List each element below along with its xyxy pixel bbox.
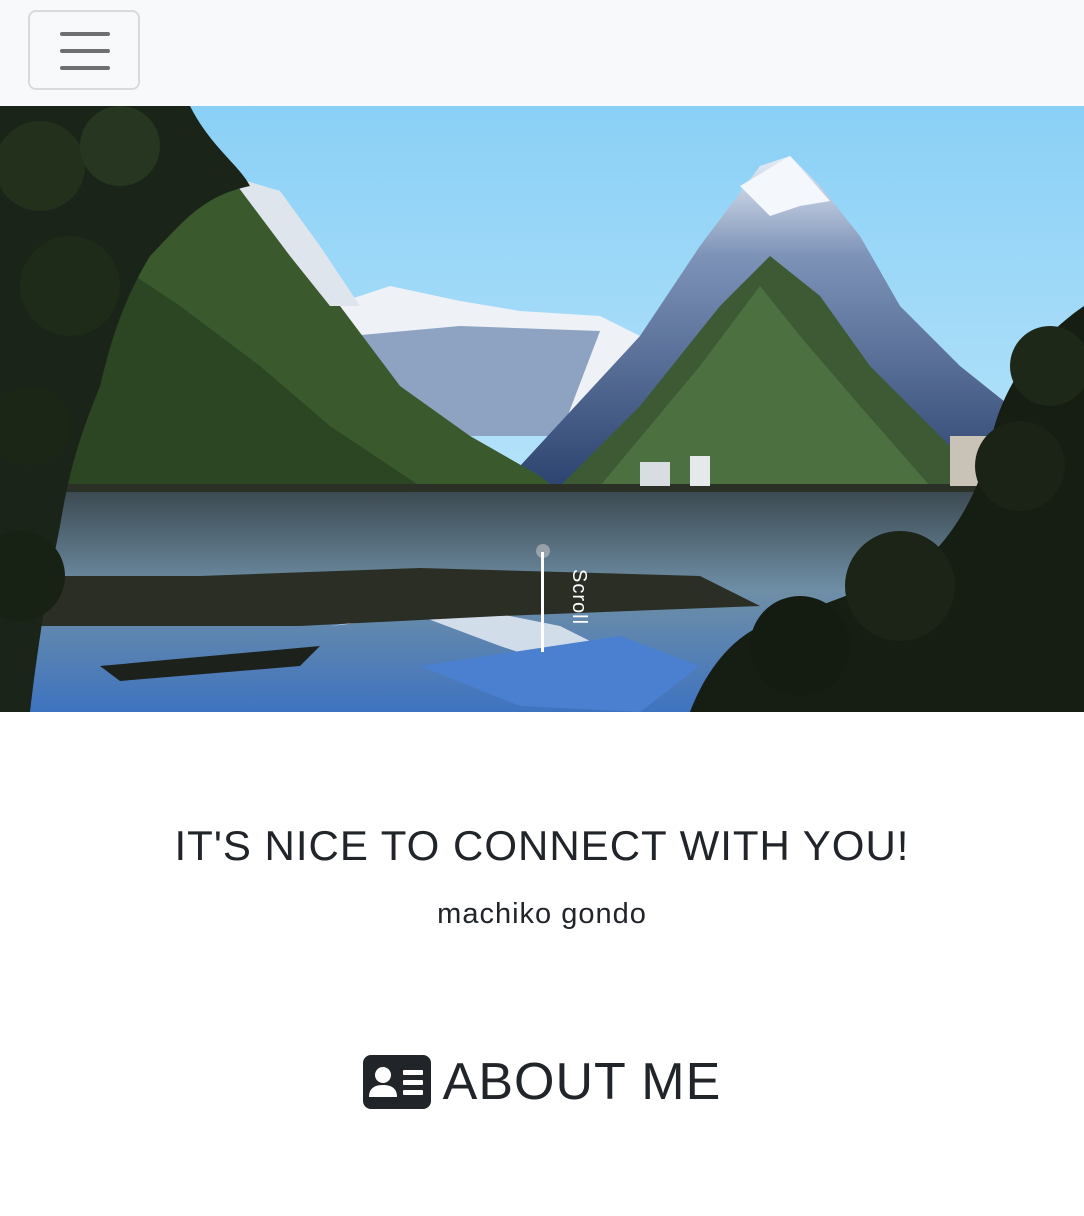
hero-banner: Scroll (0, 106, 1084, 712)
navbar-toggle-button[interactable] (28, 10, 140, 90)
author-name: machiko gondo (437, 898, 647, 930)
id-card-icon (362, 1055, 431, 1109)
about-me-heading: ABOUT ME (0, 1050, 1084, 1114)
scroll-link[interactable]: Scroll (566, 569, 590, 625)
navbar (0, 0, 1084, 106)
about-me-title: ABOUT ME (442, 1053, 722, 1111)
greeting-heading: IT'S NICE TO CONNECT WITH YOU! (174, 822, 910, 869)
scroll-indicator-line (541, 552, 544, 652)
